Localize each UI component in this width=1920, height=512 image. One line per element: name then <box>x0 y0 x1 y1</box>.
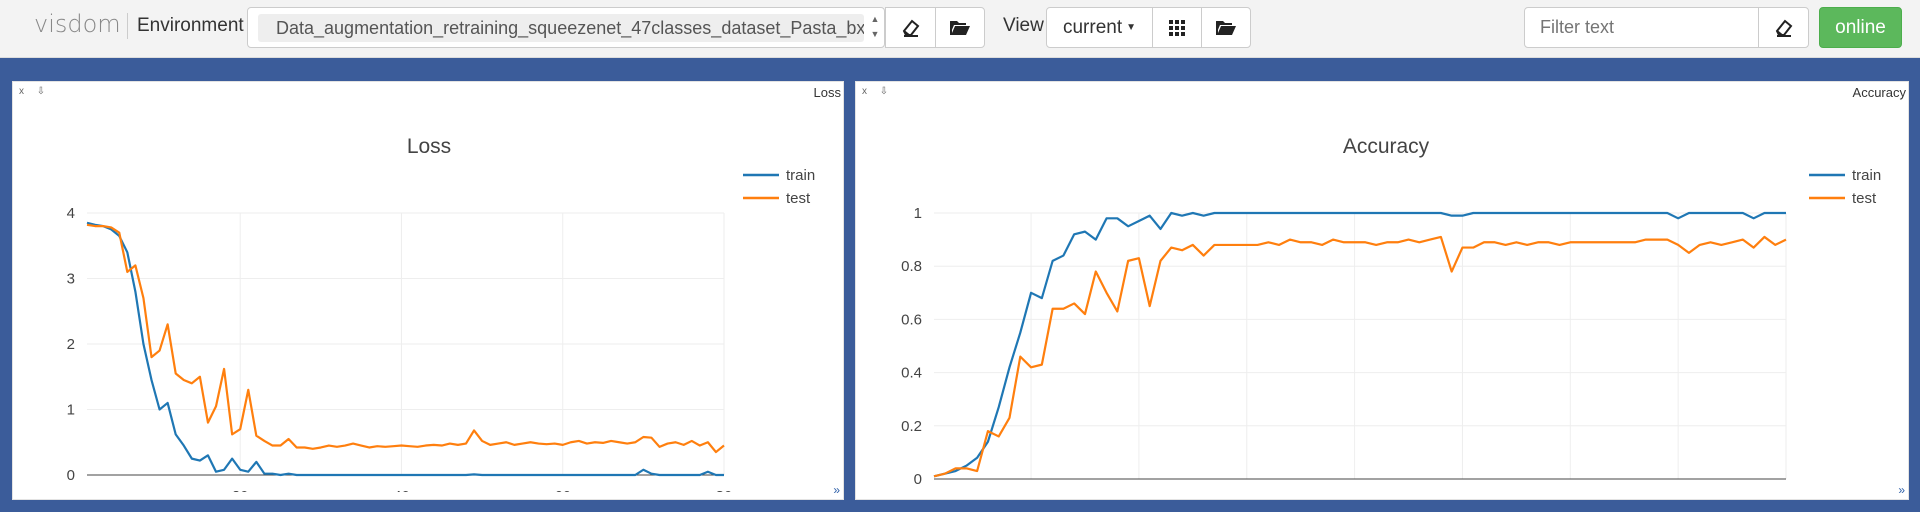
series-line-train <box>933 211 1786 478</box>
y-tick-label: 0.6 <box>901 311 922 328</box>
folder-open-icon <box>1216 20 1236 35</box>
manage-environment-button[interactable] <box>935 7 985 48</box>
environment-label: Environment <box>137 15 244 36</box>
accuracy-chart: Accuracy00.20.40.60.811020304050607080tr… <box>901 135 1881 488</box>
view-value: current <box>1062 16 1123 38</box>
series-line-test <box>86 223 725 454</box>
brand-logo[interactable]: visdom <box>34 10 121 38</box>
eraser-icon <box>902 19 919 37</box>
nav-divider <box>127 13 128 39</box>
y-tick-label: 3 <box>67 271 75 288</box>
y-tick-label: 2 <box>67 336 75 353</box>
chart-title: Loss <box>407 135 451 158</box>
pane-controls[interactable]: x ⇩ <box>19 86 50 97</box>
y-tick-label: 4 <box>67 205 75 222</box>
eraser-icon <box>1775 19 1792 37</box>
loss-pane[interactable]: x ⇩ Loss Loss 0 1 2 3 4 20 40 60 80 train test » <box>12 81 844 500</box>
view-label: View <box>1003 15 1044 36</box>
clear-filter-button[interactable] <box>1758 7 1809 48</box>
accuracy-pane[interactable]: x ⇩ Accuracy Accuracy00.20.40.60.8110203… <box>855 81 1909 500</box>
chart-title: Accuracy <box>1343 135 1430 158</box>
clear-environment-button[interactable] <box>885 7 936 48</box>
resize-handle-icon[interactable]: » <box>833 483 840 497</box>
legend-label-train: train <box>1852 167 1881 184</box>
resize-handle-icon[interactable]: » <box>1898 483 1905 497</box>
manage-views-button[interactable] <box>1201 7 1251 48</box>
pane-title: Accuracy <box>1852 85 1906 100</box>
y-tick-label: 1 <box>67 402 75 419</box>
y-tick-label: 0.2 <box>901 418 922 435</box>
x-tick-label: 80 <box>716 488 733 492</box>
online-status-button[interactable]: online <box>1819 7 1902 48</box>
pane-title: Loss <box>813 85 841 100</box>
series-line-train <box>86 221 724 477</box>
x-tick-label: 20 <box>232 488 249 492</box>
y-tick-label: 0.4 <box>901 365 922 382</box>
environment-scroll-icon[interactable]: ▲ ▼ <box>868 12 882 42</box>
caret-down-icon: ▼ <box>1126 22 1137 33</box>
legend-label-train: train <box>786 167 815 184</box>
series-line-test <box>933 235 1787 478</box>
environment-chip[interactable]: Data_augmentation_retraining_squeezenet_… <box>258 14 864 42</box>
top-navbar: visdom Environment Data_augmentation_ret… <box>0 0 1920 58</box>
filter-text-input[interactable] <box>1524 7 1759 48</box>
y-tick-label: 0.8 <box>901 258 922 275</box>
x-tick-label: 40 <box>393 488 410 492</box>
y-tick-label: 0 <box>67 467 75 484</box>
view-select-button[interactable]: current ▼ <box>1046 7 1153 48</box>
pane-controls[interactable]: x ⇩ <box>862 86 893 97</box>
x-tick-label: 60 <box>554 488 571 492</box>
loss-chart: Loss 0 1 2 3 4 20 40 60 80 train test <box>67 135 816 492</box>
grid-icon <box>1169 19 1185 36</box>
y-tick-label: 0 <box>914 471 922 488</box>
legend-label-test: test <box>1852 190 1877 207</box>
repack-layout-button[interactable] <box>1152 7 1202 48</box>
environment-select[interactable]: Data_augmentation_retraining_squeezenet_… <box>247 7 885 48</box>
legend-label-test: test <box>786 190 811 207</box>
y-tick-label: 1 <box>914 205 922 222</box>
folder-open-icon <box>950 20 970 35</box>
